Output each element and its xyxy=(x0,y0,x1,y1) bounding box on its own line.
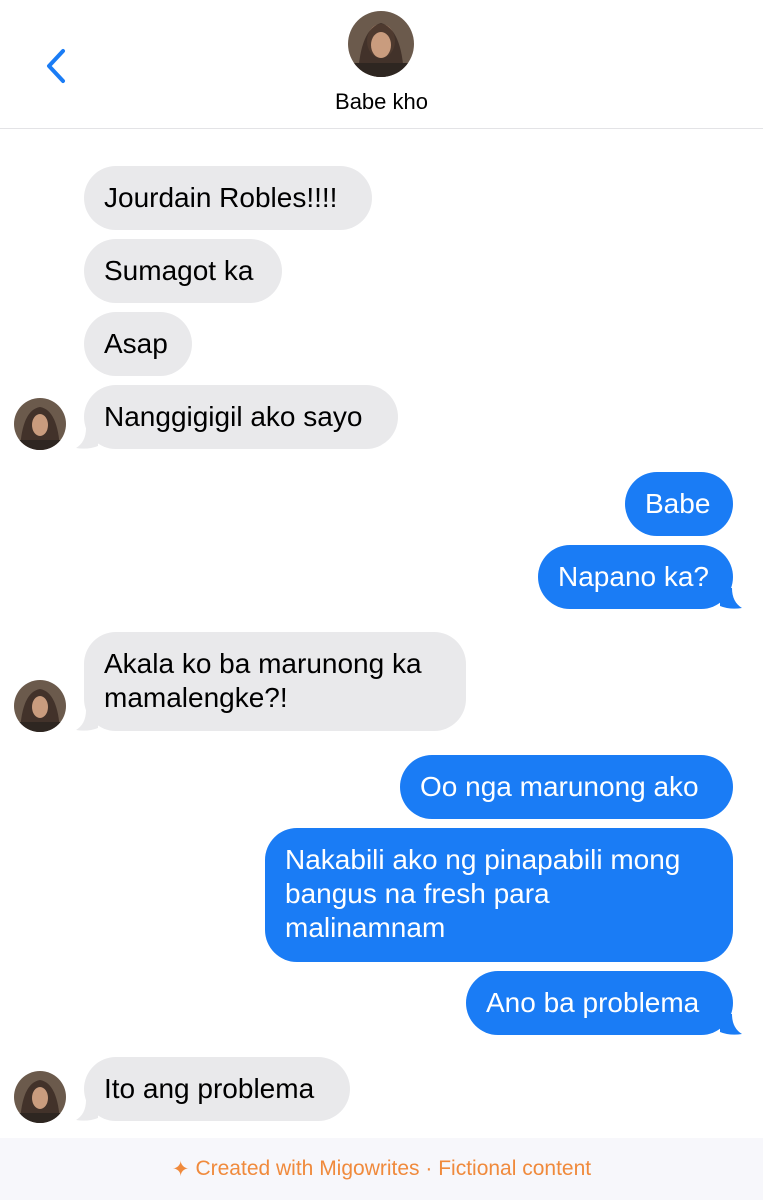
sender-avatar[interactable] xyxy=(14,1071,66,1123)
outgoing-message[interactable]: Babe xyxy=(625,472,733,536)
incoming-message[interactable]: Asap xyxy=(84,312,192,376)
avatar-photo xyxy=(14,1071,66,1123)
contact-name: Babe kho xyxy=(335,89,428,114)
avatar-photo xyxy=(14,680,66,732)
sender-avatar[interactable] xyxy=(14,680,66,732)
outgoing-message[interactable]: Oo nga marunong ako xyxy=(400,755,733,819)
avatar-photo xyxy=(14,398,66,450)
incoming-message[interactable]: Akala ko ba marunong ka mamalengke?! xyxy=(84,632,466,731)
outgoing-message[interactable]: Nakabili ako ng pinapabili mong bangus n… xyxy=(265,828,733,962)
contact-avatar[interactable] xyxy=(348,11,414,77)
footer-text: Created with Migowrites · Fictional cont… xyxy=(195,1157,592,1180)
incoming-message[interactable]: Sumagot ka xyxy=(84,239,282,303)
sparkle-icon: ✦ xyxy=(171,1157,190,1181)
incoming-message[interactable]: Jourdain Robles!!!! xyxy=(84,166,372,230)
outgoing-message[interactable]: Ano ba problema xyxy=(466,971,733,1035)
back-button[interactable] xyxy=(38,44,74,88)
outgoing-message[interactable]: Napano ka? xyxy=(538,545,733,609)
conversation-header: Babe kho xyxy=(0,0,763,129)
footer-watermark: ✦ Created with Migowrites · Fictional co… xyxy=(0,1138,763,1200)
incoming-message[interactable]: Ito ang problema xyxy=(84,1057,350,1121)
avatar-photo xyxy=(348,11,414,77)
incoming-message[interactable]: Nanggigigil ako sayo xyxy=(84,385,398,449)
chevron-left-icon xyxy=(47,49,65,83)
sender-avatar[interactable] xyxy=(14,398,66,450)
